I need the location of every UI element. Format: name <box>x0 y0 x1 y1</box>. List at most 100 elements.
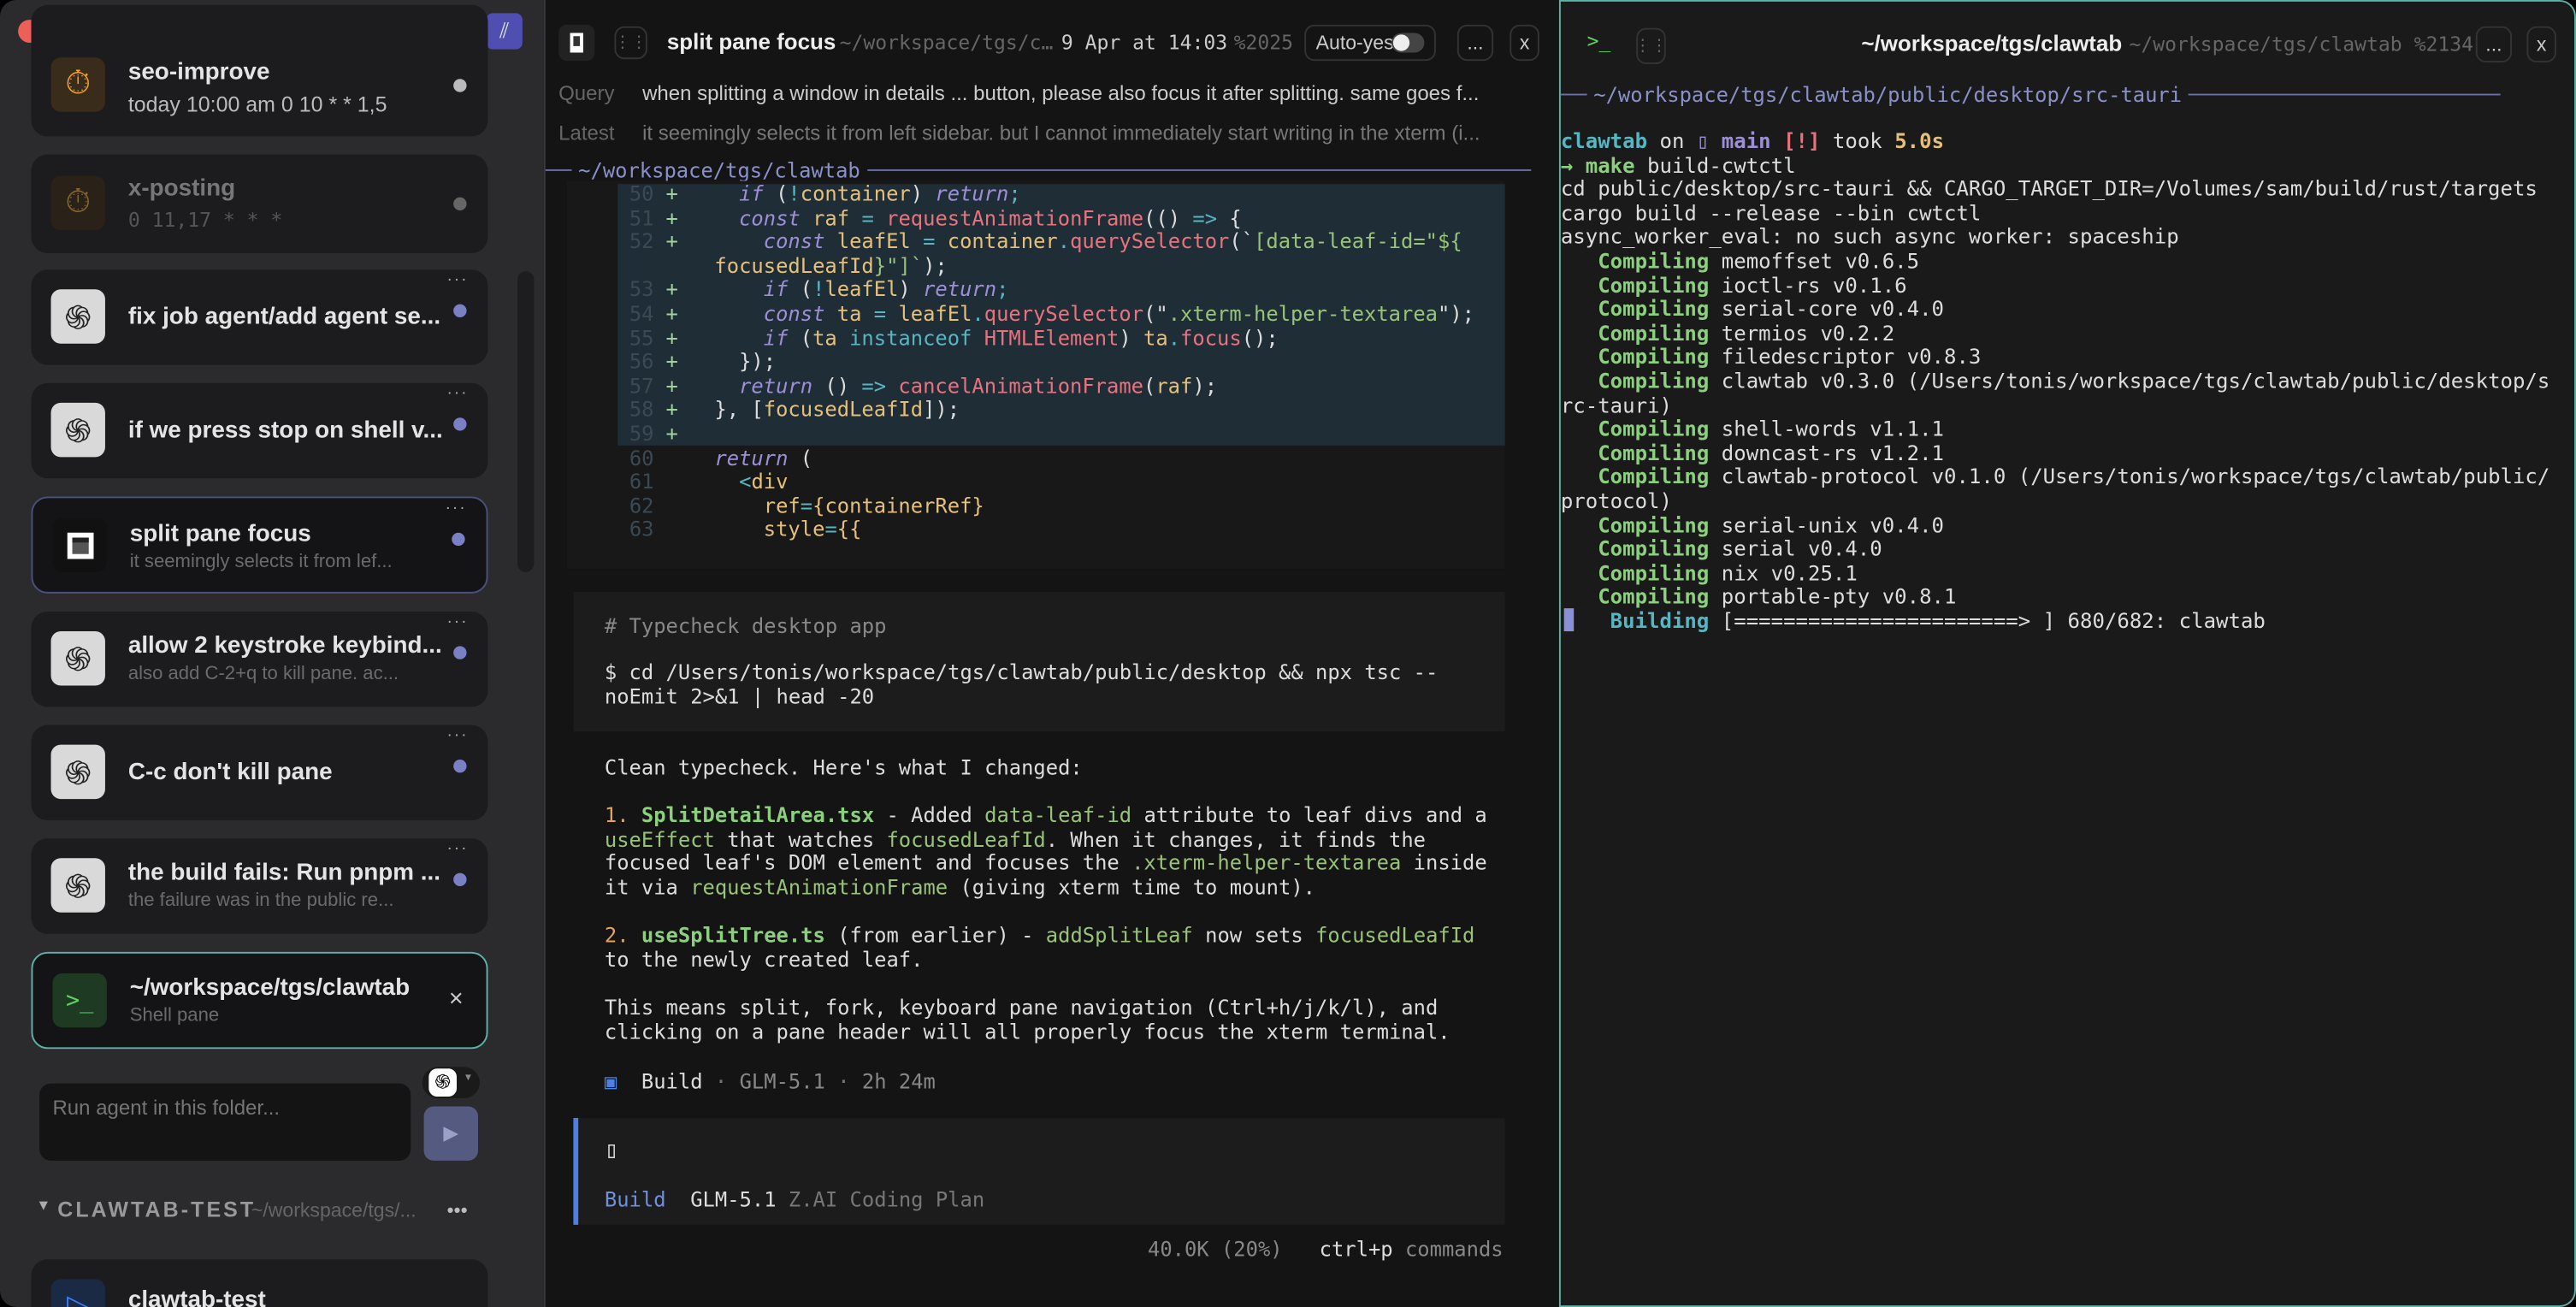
text-token: attribute to leaf divs and a <box>1131 802 1487 827</box>
model-selector[interactable]: ֍ ▼ <box>422 1067 480 1098</box>
auto-yes-label: Auto-yes <box>1316 32 1394 55</box>
code-token: ( <box>788 325 812 350</box>
code-token: cancelAnimationFrame <box>886 373 1143 398</box>
terminal-token: Compiling <box>1561 560 1709 585</box>
line-number: 52 <box>617 230 653 254</box>
response-line: useEffect that watches focusedLeafId. Wh… <box>605 828 1426 852</box>
more-icon[interactable]: ··· <box>446 727 468 745</box>
diff-marker: + <box>654 375 690 399</box>
more-icon[interactable]: ••• <box>446 1198 467 1221</box>
agent-card[interactable]: ··· ֍ fix job agent/add agent se... <box>31 269 487 364</box>
terminal-line: Compiling memoffset v0.6.5 <box>1561 250 1919 274</box>
status-dot <box>453 305 466 317</box>
card-title: clawtab-test <box>128 1287 266 1307</box>
card-title: the build fails: Run pnpm ... <box>128 860 440 886</box>
more-icon[interactable]: ··· <box>446 271 468 289</box>
prompt-input[interactable]: ▯ Build GLM-5.1 Z.AI Coding Plan <box>573 1118 1504 1225</box>
more-button[interactable]: ... <box>2476 27 2512 62</box>
section-title[interactable]: CLAWTAB-TEST <box>57 1197 256 1221</box>
close-icon[interactable]: × <box>449 985 464 1013</box>
agent-card-selected[interactable]: ··· split pane focus it seemingly select… <box>31 496 487 593</box>
play-icon: ▷ <box>51 1279 105 1307</box>
shortcut-key: ctrl+p <box>1320 1236 1393 1261</box>
terminal-icon: >_ <box>1587 30 1611 53</box>
status-dot <box>452 533 464 546</box>
agent-card[interactable]: ··· ֍ the build fails: Run pnpm ... the … <box>31 838 487 933</box>
diff-marker: + <box>654 206 690 230</box>
response-line: it via requestAnimationFrame (giving xte… <box>605 876 1315 900</box>
close-button[interactable]: x <box>2526 27 2556 62</box>
auto-yes-toggle[interactable]: Auto-yes <box>1304 25 1436 61</box>
code-token: return <box>923 277 996 302</box>
terminal-token: Building <box>1561 608 1709 633</box>
text-token: . When it changes, it finds the <box>1046 826 1426 851</box>
code-token: . <box>1058 229 1070 254</box>
run-button[interactable]: ▶ <box>424 1107 478 1161</box>
collapse-icon[interactable]: ▼ <box>36 1197 50 1213</box>
agent-card[interactable]: ··· ֍ C-c don't kill pane <box>31 725 487 820</box>
code-token: }, [ <box>690 397 764 422</box>
job-card-x-posting[interactable]: ⏱ x-posting 0 11,17 * * * <box>31 155 487 253</box>
close-button[interactable]: x <box>1510 25 1539 61</box>
terminal-token: nix v0.25.1 <box>1709 560 1857 585</box>
terminal-line: Compiling filedescriptor v0.8.3 <box>1561 346 1982 370</box>
terminal-token: clawtab v0.3.0 (/Users/tonis/workspace/t… <box>1709 369 2549 393</box>
job-card-seo-improve[interactable]: ⏱ seo-improve today 10:00 am 0 10 * * 1,… <box>31 5 487 137</box>
more-icon[interactable]: ··· <box>446 500 467 517</box>
input-mode[interactable]: Build <box>605 1187 666 1212</box>
more-icon[interactable]: ··· <box>446 840 468 858</box>
scrollbar[interactable] <box>517 271 534 572</box>
terminal-token: cd public/desktop/src-tauri && CARGO_TAR… <box>1561 176 2538 201</box>
pane-meta: ~/workspace/tgs/clawtab %2134 <box>2129 33 2473 56</box>
run-agent-input[interactable] <box>39 1084 411 1161</box>
terminal-line: Compiling serial-unix v0.4.0 <box>1561 514 1944 538</box>
code-token: querySelector <box>984 301 1143 326</box>
pane-icon <box>52 517 106 571</box>
brand-icon[interactable]: ⫽ <box>487 13 523 49</box>
terminal-token: [=======================> ] 680/682: cla… <box>1709 608 2266 633</box>
shell-pane[interactable]: >_ ⋮⋮ ~/workspace/tgs/clawtab ~/workspac… <box>1559 0 2576 1307</box>
code-token: leafEl <box>824 277 898 302</box>
line-number: 56 <box>617 351 653 375</box>
drag-handle-icon[interactable]: ⋮⋮ <box>614 27 647 59</box>
input-model[interactable]: GLM-5.1 <box>690 1187 776 1212</box>
code-line: 60 return ( <box>617 447 812 470</box>
shell-pane-card[interactable]: >_ ~/workspace/tgs/clawtab Shell pane × <box>31 952 487 1049</box>
status-elapsed: 2h 24m <box>862 1068 936 1093</box>
code-token: . <box>972 301 984 326</box>
pane-title: ~/workspace/tgs/clawtab <box>1861 32 2122 56</box>
code-token: ); <box>1192 373 1217 398</box>
agent-card[interactable]: ··· ֍ if we press stop on shell v... <box>31 383 487 478</box>
drag-handle-icon[interactable]: ⋮⋮ <box>1636 28 1666 64</box>
toggle-switch[interactable] <box>1391 33 1424 52</box>
more-icon[interactable]: ··· <box>446 385 468 403</box>
code-token: = <box>874 301 886 326</box>
card-title: if we press stop on shell v... <box>128 417 443 444</box>
text-token: clicking on a pane header will all prope… <box>605 1019 1450 1044</box>
code-token: . <box>1168 325 1180 350</box>
terminal-token: Compiling <box>1561 441 1709 465</box>
code-line: 51+ const raf = requestAnimationFrame(()… <box>617 206 1241 230</box>
line-number: 58 <box>617 399 653 423</box>
code-token: ; <box>996 277 1008 302</box>
card-title: fix job agent/add agent se... <box>128 305 440 331</box>
more-icon[interactable]: ··· <box>446 613 468 631</box>
code-token: (); <box>1242 325 1279 350</box>
timer-icon: ⏱ <box>51 57 105 111</box>
text-token: focusedLeafId <box>1315 923 1474 948</box>
more-button[interactable]: ... <box>1457 25 1493 61</box>
job-card-clawtab-test[interactable]: ▷ clawtab-test <box>31 1259 487 1307</box>
pane-id: %2134 <box>2414 33 2473 56</box>
terminal-token: Compiling <box>1561 536 1709 561</box>
terminal-token: shell-words v1.1.1 <box>1709 417 1944 441</box>
code-token: HTMLElement <box>972 325 1119 350</box>
code-token: leafEl <box>824 229 923 254</box>
agent-pane[interactable]: ⋮⋮ split pane focus ~/workspace/tgs/c… 9… <box>544 0 1559 1307</box>
command-text: $ cd /Users/tonis/workspace/tgs/clawtab/… <box>605 661 1438 709</box>
agent-card[interactable]: ··· ֍ allow 2 keystroke keybind... also … <box>31 612 487 707</box>
code-token: raf <box>1155 373 1192 398</box>
code-line: 62 ref={containerRef} <box>617 494 984 518</box>
terminal-token: serial-unix v0.4.0 <box>1709 512 1944 537</box>
text-token: 2. <box>605 923 641 948</box>
code-token: ( <box>788 277 812 302</box>
